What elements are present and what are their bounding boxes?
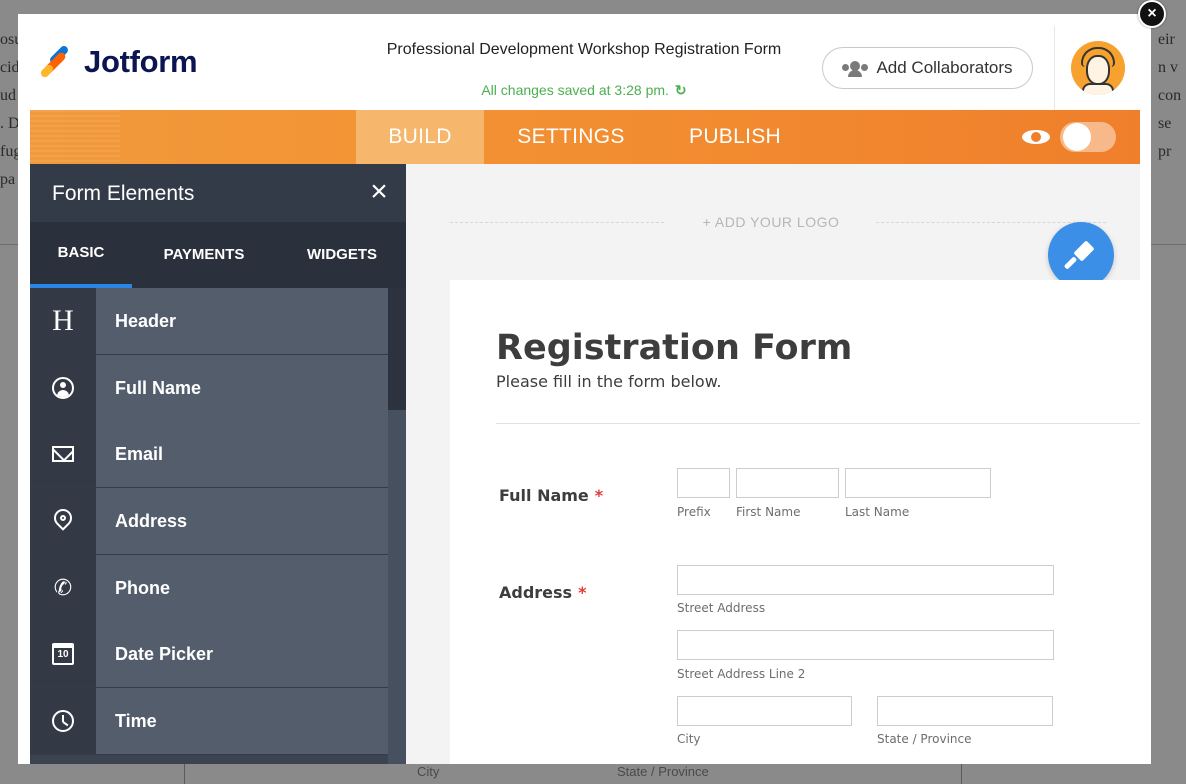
background-text-right: eir n v con se pr (1158, 31, 1182, 160)
city-caption: City (677, 732, 701, 746)
modal-close-button[interactable]: × (1138, 0, 1166, 28)
tab-basic[interactable]: BASIC (30, 222, 132, 288)
brand-name: Jotform (84, 44, 198, 79)
street-address-line2-caption: Street Address Line 2 (677, 667, 806, 681)
phone-icon: ✆ (53, 574, 73, 600)
form-designer-button[interactable] (1048, 222, 1114, 288)
city-input[interactable] (677, 696, 852, 726)
nav-decoration (30, 110, 120, 164)
element-label: Header (115, 311, 177, 331)
calendar-icon: 10 (52, 643, 74, 666)
header-icon: H (52, 304, 74, 337)
first-name-input[interactable] (736, 468, 839, 498)
panel-header: Form Elements × (30, 164, 406, 222)
form-elements-panel: Form Elements × BASIC PAYMENTS WIDGETS H… (30, 164, 406, 764)
panel-title: Form Elements (52, 182, 195, 205)
required-mark: * (594, 486, 604, 505)
preview-toggle[interactable] (1060, 122, 1116, 152)
element-header[interactable]: H Header (30, 288, 388, 355)
state-input[interactable] (877, 696, 1053, 726)
state-caption: State / Province (877, 732, 972, 746)
form-heading[interactable]: Registration Form (496, 328, 852, 368)
save-status: All changes saved at 3:28 pm. ↻ (360, 82, 808, 99)
element-label: Date Picker (115, 644, 214, 665)
tab-widgets[interactable]: WIDGETS (292, 222, 392, 288)
prefix-input[interactable] (677, 468, 730, 498)
tab-payments[interactable]: PAYMENTS (144, 222, 264, 288)
person-icon (52, 376, 74, 399)
clock-icon (52, 710, 74, 733)
add-logo-button[interactable]: + ADD YOUR LOGO (686, 214, 856, 230)
envelope-icon (52, 446, 74, 463)
close-icon: × (1147, 5, 1157, 22)
jotform-logo-icon (39, 44, 70, 79)
header-divider (1054, 26, 1055, 110)
form-subheading[interactable]: Please fill in the form below. (496, 372, 721, 391)
tab-settings[interactable]: SETTINGS (506, 110, 636, 164)
save-status-text: All changes saved at 3:28 pm. (481, 82, 669, 98)
form-canvas: + ADD YOUR LOGO Registration Form Please… (406, 164, 1140, 764)
logo-dash-left (450, 222, 664, 223)
users-icon (842, 60, 869, 77)
panel-scrollbar[interactable] (388, 288, 406, 764)
last-name-input[interactable] (845, 468, 991, 498)
nav-bar: BUILD SETTINGS PUBLISH (30, 110, 1140, 164)
street-address-line2-input[interactable] (677, 630, 1054, 660)
element-label: Full Name (115, 377, 202, 398)
jotform-logo[interactable]: Jotform (39, 44, 198, 80)
element-full-name[interactable]: Full Name (30, 354, 388, 422)
close-icon[interactable]: × (364, 174, 394, 210)
scrollbar-thumb[interactable] (388, 288, 406, 410)
element-time[interactable]: Time (30, 688, 388, 755)
last-name-caption: Last Name (845, 505, 910, 519)
avatar[interactable] (1071, 41, 1125, 95)
element-phone[interactable]: ✆ Phone (30, 554, 388, 622)
eye-icon[interactable] (1022, 128, 1050, 146)
tab-build[interactable]: BUILD (356, 110, 484, 164)
element-date-picker[interactable]: 10 Date Picker (30, 621, 388, 689)
full-name-label: Full Name * (499, 486, 604, 505)
tab-publish[interactable]: PUBLISH (680, 110, 790, 164)
location-pin-icon (53, 509, 73, 533)
add-collaborators-label: Add Collaborators (876, 58, 1013, 77)
element-label: Phone (115, 577, 171, 598)
element-email[interactable]: Email (30, 421, 388, 489)
element-label: Address (115, 511, 188, 532)
element-label: Time (115, 711, 157, 732)
element-label: Email (115, 444, 164, 465)
street-address-input[interactable] (677, 565, 1054, 595)
first-name-caption: First Name (736, 505, 801, 519)
top-bar: Jotform Professional Development Worksho… (18, 14, 1151, 110)
prefix-caption: Prefix (677, 505, 711, 519)
address-label: Address * (499, 583, 587, 602)
jotform-modal: Jotform Professional Development Worksho… (18, 14, 1151, 764)
panel-tabs: BASIC PAYMENTS WIDGETS (30, 222, 406, 288)
background-city-label: City (417, 764, 440, 779)
background-state-label: State / Province (617, 764, 709, 779)
element-address[interactable]: Address (30, 488, 388, 555)
refresh-icon[interactable]: ↻ (675, 82, 687, 98)
street-address-caption: Street Address (677, 601, 766, 615)
form-title[interactable]: Professional Development Workshop Regist… (360, 40, 808, 60)
add-collaborators-button[interactable]: Add Collaborators (822, 47, 1033, 89)
element-list: H Header Full Name Email Address ✆ Phone… (30, 288, 388, 755)
form-card: Registration Form Please fill in the for… (450, 280, 1140, 764)
heading-divider (496, 423, 1140, 424)
required-mark: * (578, 583, 587, 602)
